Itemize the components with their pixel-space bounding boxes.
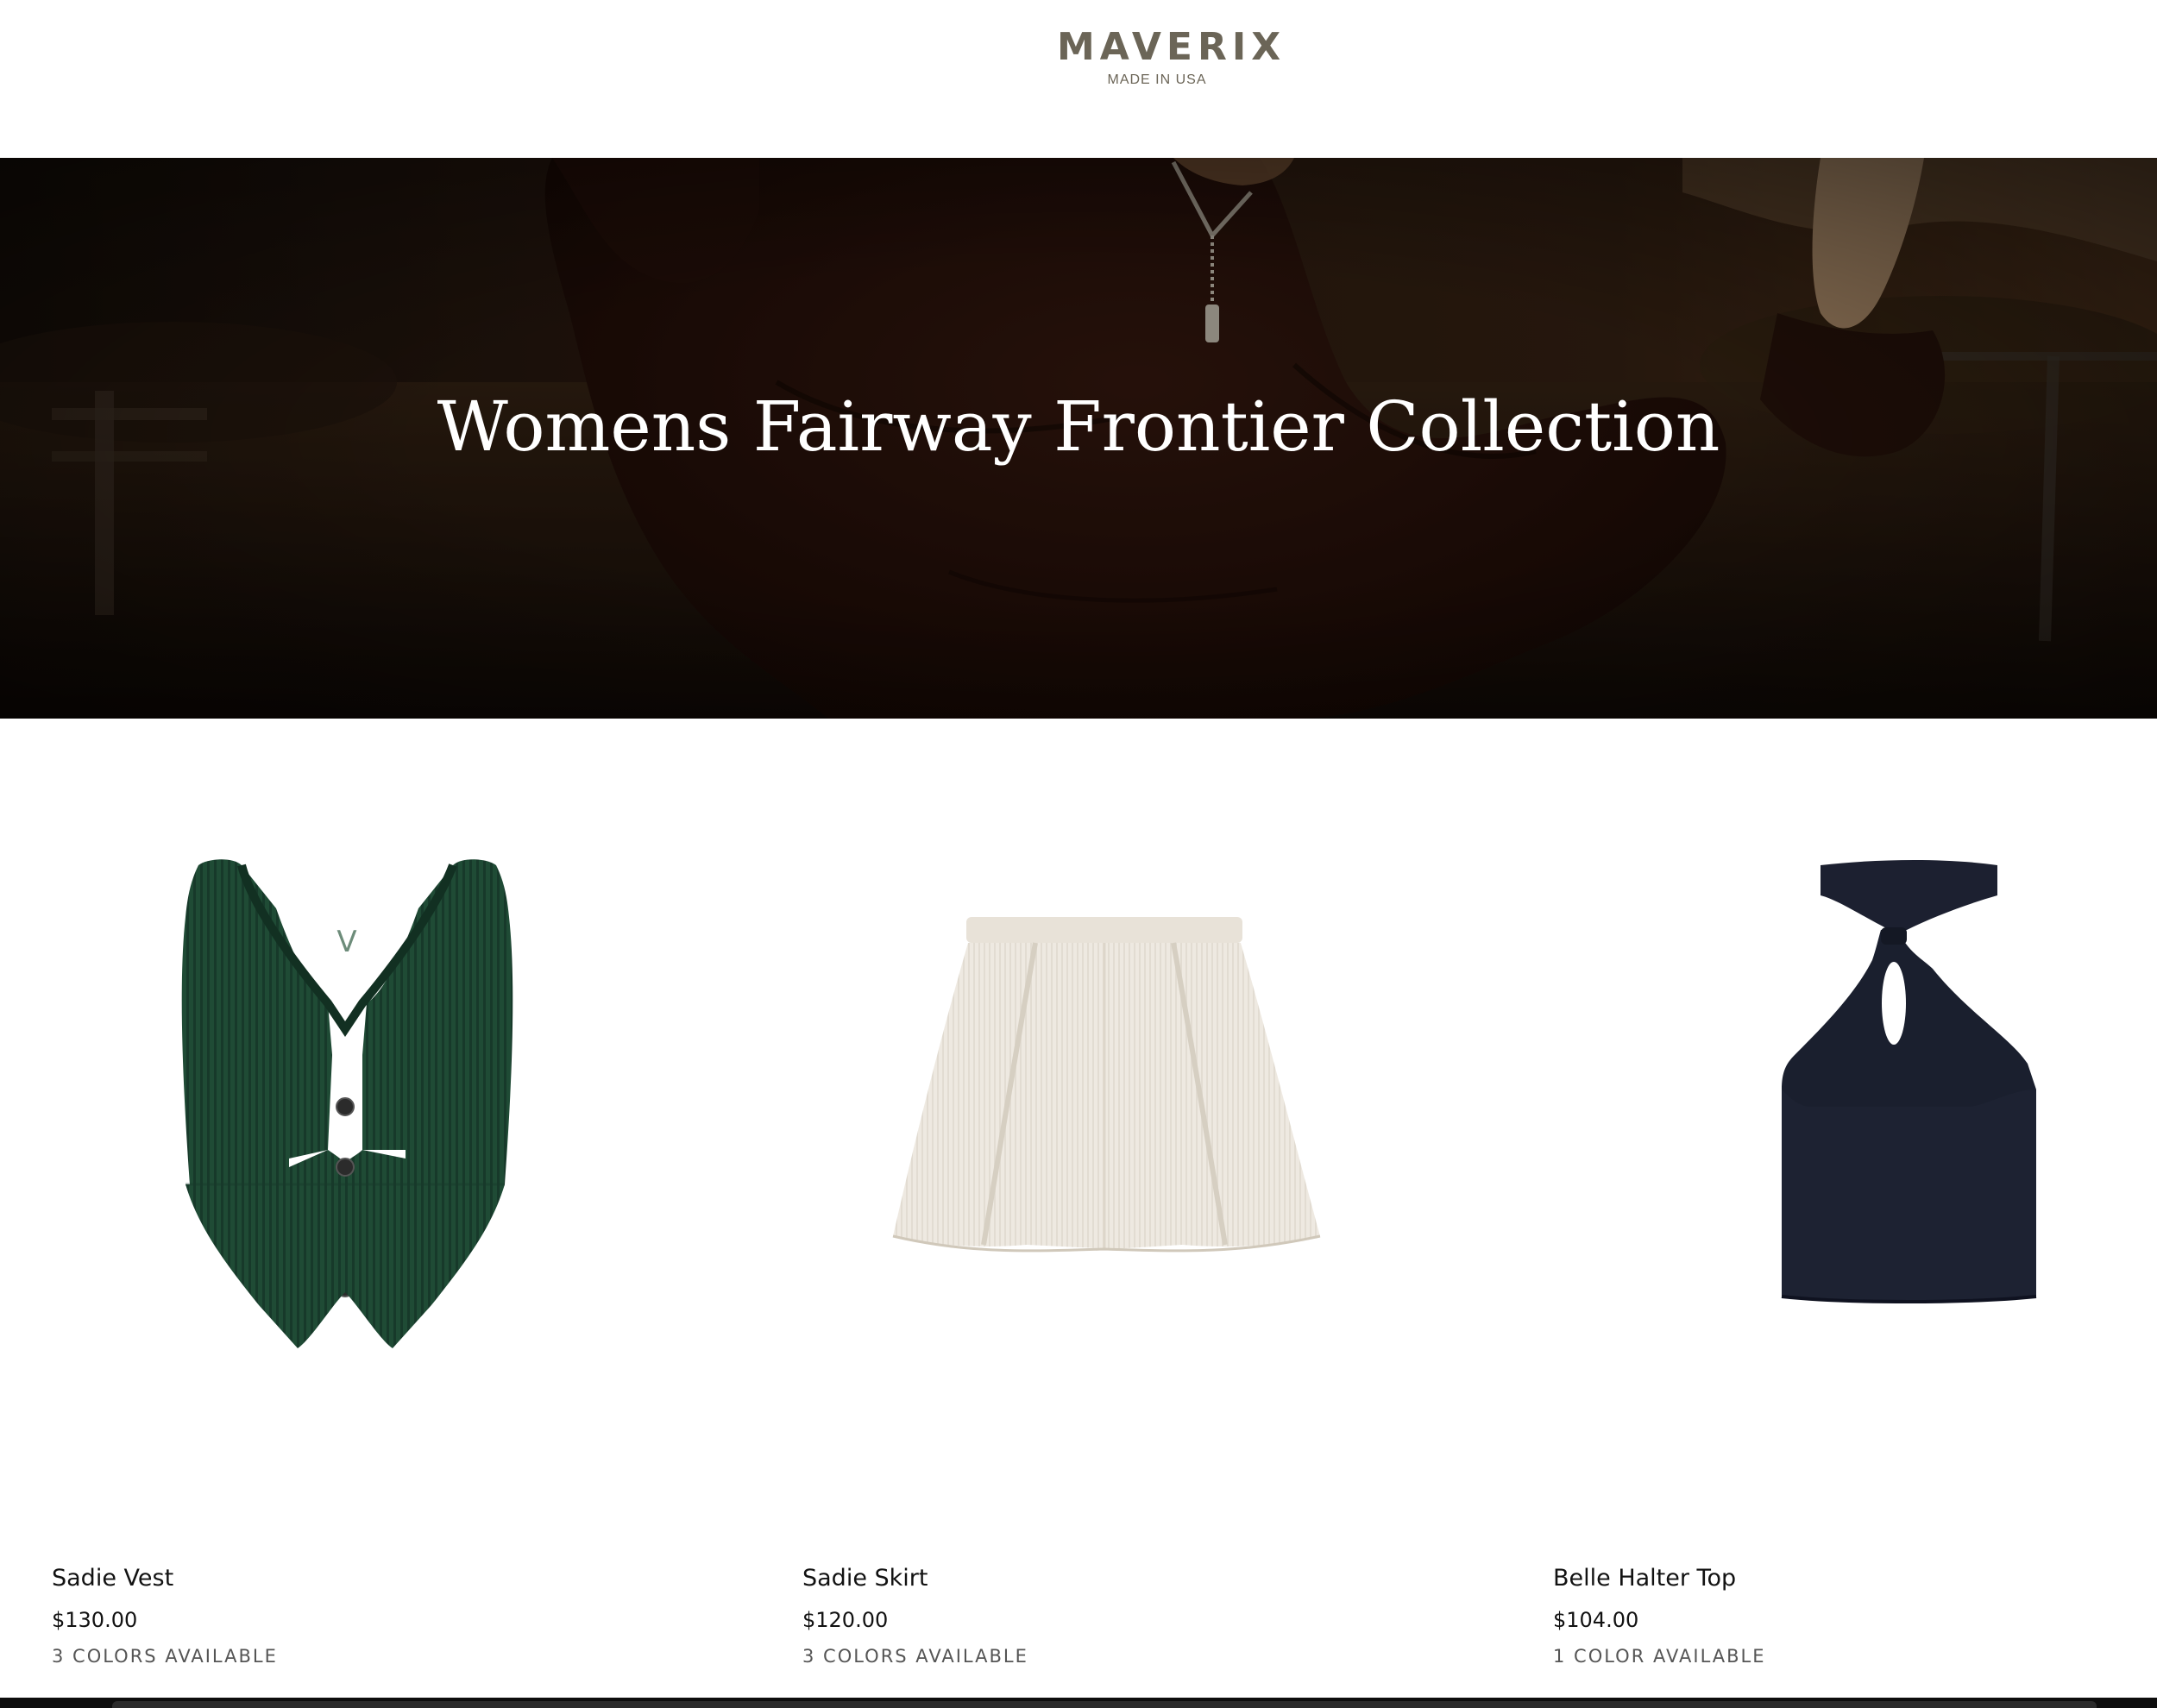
product-grid: V Sadie Vest $130.00 3 COLORS AVAILABLE xyxy=(0,719,2157,1698)
product-price: $120.00 xyxy=(802,1608,889,1632)
product-price: $104.00 xyxy=(1553,1608,1639,1632)
brand-logo-wordmark: MAVERIX xyxy=(1057,25,1286,69)
product-color-count: 3 COLORS AVAILABLE xyxy=(802,1646,1028,1667)
product-card-sadie-skirt[interactable]: Sadie Skirt $120.00 3 COLORS AVAILABLE xyxy=(751,719,1458,1698)
collection-page: MAVERIX MADE IN USA Womens Fairway Front… xyxy=(0,0,2157,1708)
collection-title: Womens Fairway Frontier Collection xyxy=(437,386,1720,467)
site-header: MAVERIX MADE IN USA xyxy=(0,0,2157,158)
product-color-count: 1 COLOR AVAILABLE xyxy=(1553,1646,1766,1667)
product-card-sadie-vest[interactable]: V Sadie Vest $130.00 3 COLORS AVAILABLE xyxy=(0,719,707,1698)
product-card-belle-halter-top[interactable]: Belle Halter Top $104.00 1 COLOR AVAILAB… xyxy=(1501,719,2157,1698)
product-price: $130.00 xyxy=(52,1608,138,1632)
product-image-sadie-vest[interactable]: V xyxy=(0,779,707,1469)
svg-text:V: V xyxy=(336,925,356,959)
collection-hero-banner: Womens Fairway Frontier Collection xyxy=(0,158,2157,719)
bottom-bar-edge xyxy=(112,1701,2097,1708)
product-name[interactable]: Sadie Skirt xyxy=(802,1563,928,1594)
product-image-belle-halter-top[interactable] xyxy=(1501,779,2157,1469)
product-color-count: 3 COLORS AVAILABLE xyxy=(52,1646,278,1667)
product-image-sadie-skirt[interactable] xyxy=(751,779,1458,1469)
bottom-bar xyxy=(0,1698,2157,1708)
product-name[interactable]: Belle Halter Top xyxy=(1553,1563,1736,1594)
brand-logo[interactable]: MAVERIX MADE IN USA xyxy=(1057,25,1286,95)
product-name[interactable]: Sadie Vest xyxy=(52,1563,173,1594)
brand-tagline: MADE IN USA xyxy=(1107,72,1207,87)
